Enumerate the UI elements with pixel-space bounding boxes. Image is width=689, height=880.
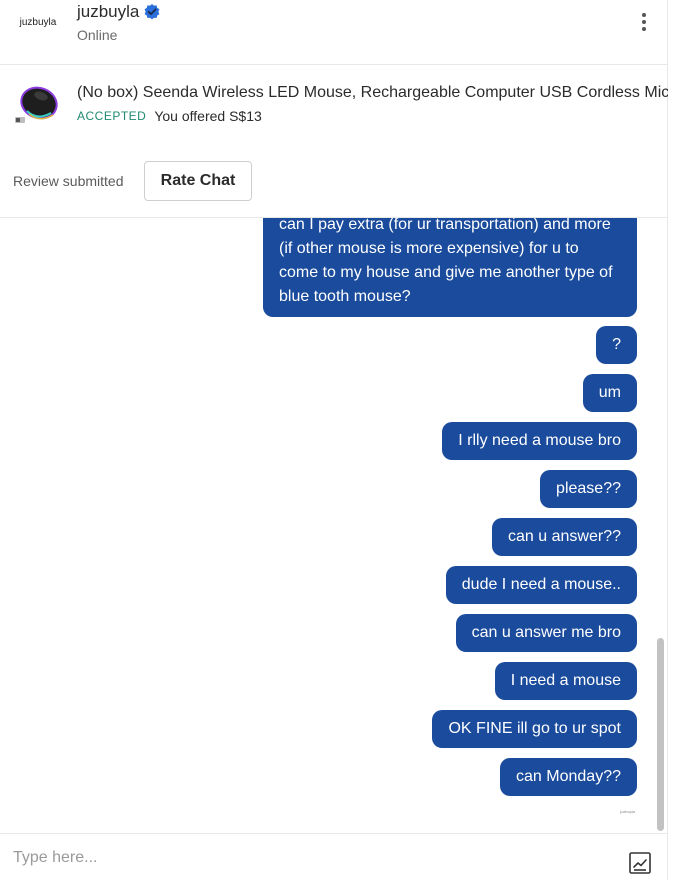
verified-badge-icon: [143, 3, 161, 21]
scrollbar-thumb[interactable]: [657, 638, 664, 831]
review-row: Review submitted Rate Chat: [0, 150, 668, 218]
username-row: juzbuyla: [77, 2, 161, 22]
offer-amount: You offered S$13: [154, 108, 262, 124]
offer-status-badge: ACCEPTED: [77, 109, 147, 123]
rate-chat-button[interactable]: Rate Chat: [144, 161, 252, 201]
message-bubble: can u answer??: [492, 518, 637, 556]
message-bubble: um: [582, 374, 637, 412]
online-status: Online: [77, 27, 118, 43]
message-text: can u answer me bro: [471, 624, 621, 641]
username[interactable]: juzbuyla: [77, 2, 139, 22]
message-input[interactable]: [13, 846, 593, 870]
chat-header: juzbuyla juzbuyla Online: [0, 0, 668, 65]
more-vertical-icon[interactable]: [634, 10, 654, 34]
message-bubble: please??: [540, 470, 637, 508]
message-text: I rlly need a mouse bro: [458, 432, 621, 449]
message-text: OK FINE ill go to ur spot: [448, 720, 621, 737]
message-bubble: I rlly need a mouse bro: [442, 422, 637, 460]
message-list[interactable]: can I pay extra (for ur transportation) …: [0, 218, 668, 833]
seen-avatar: juzbuyla: [620, 809, 635, 814]
message-text: can Monday??: [516, 768, 621, 785]
send-image-icon[interactable]: [628, 851, 652, 875]
review-status: Review submitted: [13, 173, 124, 189]
message-text: can u answer??: [508, 528, 621, 545]
message-text: um: [598, 384, 621, 401]
message-bubble: OK FINE ill go to ur spot: [432, 710, 637, 748]
avatar[interactable]: juzbuyla: [12, 5, 64, 39]
message-bubble: can I pay extra (for ur transportation) …: [263, 218, 637, 317]
message-bubble: can u answer me bro: [455, 614, 637, 652]
message-bubble: can Monday??: [500, 758, 637, 796]
message-bubble: I need a mouse: [494, 662, 637, 700]
message-text: ?: [612, 336, 621, 353]
message-text: I need a mouse: [510, 672, 621, 689]
composer: [0, 833, 668, 880]
chat-panel: juzbuyla juzbuyla Online (No box) Seenda…: [0, 0, 668, 880]
message-bubble: dude I need a mouse..: [445, 566, 637, 604]
listing-summary[interactable]: (No box) Seenda Wireless LED Mouse, Rech…: [0, 65, 668, 150]
message-text: please??: [556, 480, 621, 497]
listing-meta: ACCEPTED You offered S$13: [77, 108, 262, 124]
message-bubble: ?: [596, 326, 637, 364]
listing-thumbnail[interactable]: [13, 81, 61, 129]
listing-title[interactable]: (No box) Seenda Wireless LED Mouse, Rech…: [77, 84, 668, 102]
message-text: dude I need a mouse..: [461, 576, 621, 593]
message-text: can I pay extra (for ur transportation) …: [279, 218, 613, 305]
